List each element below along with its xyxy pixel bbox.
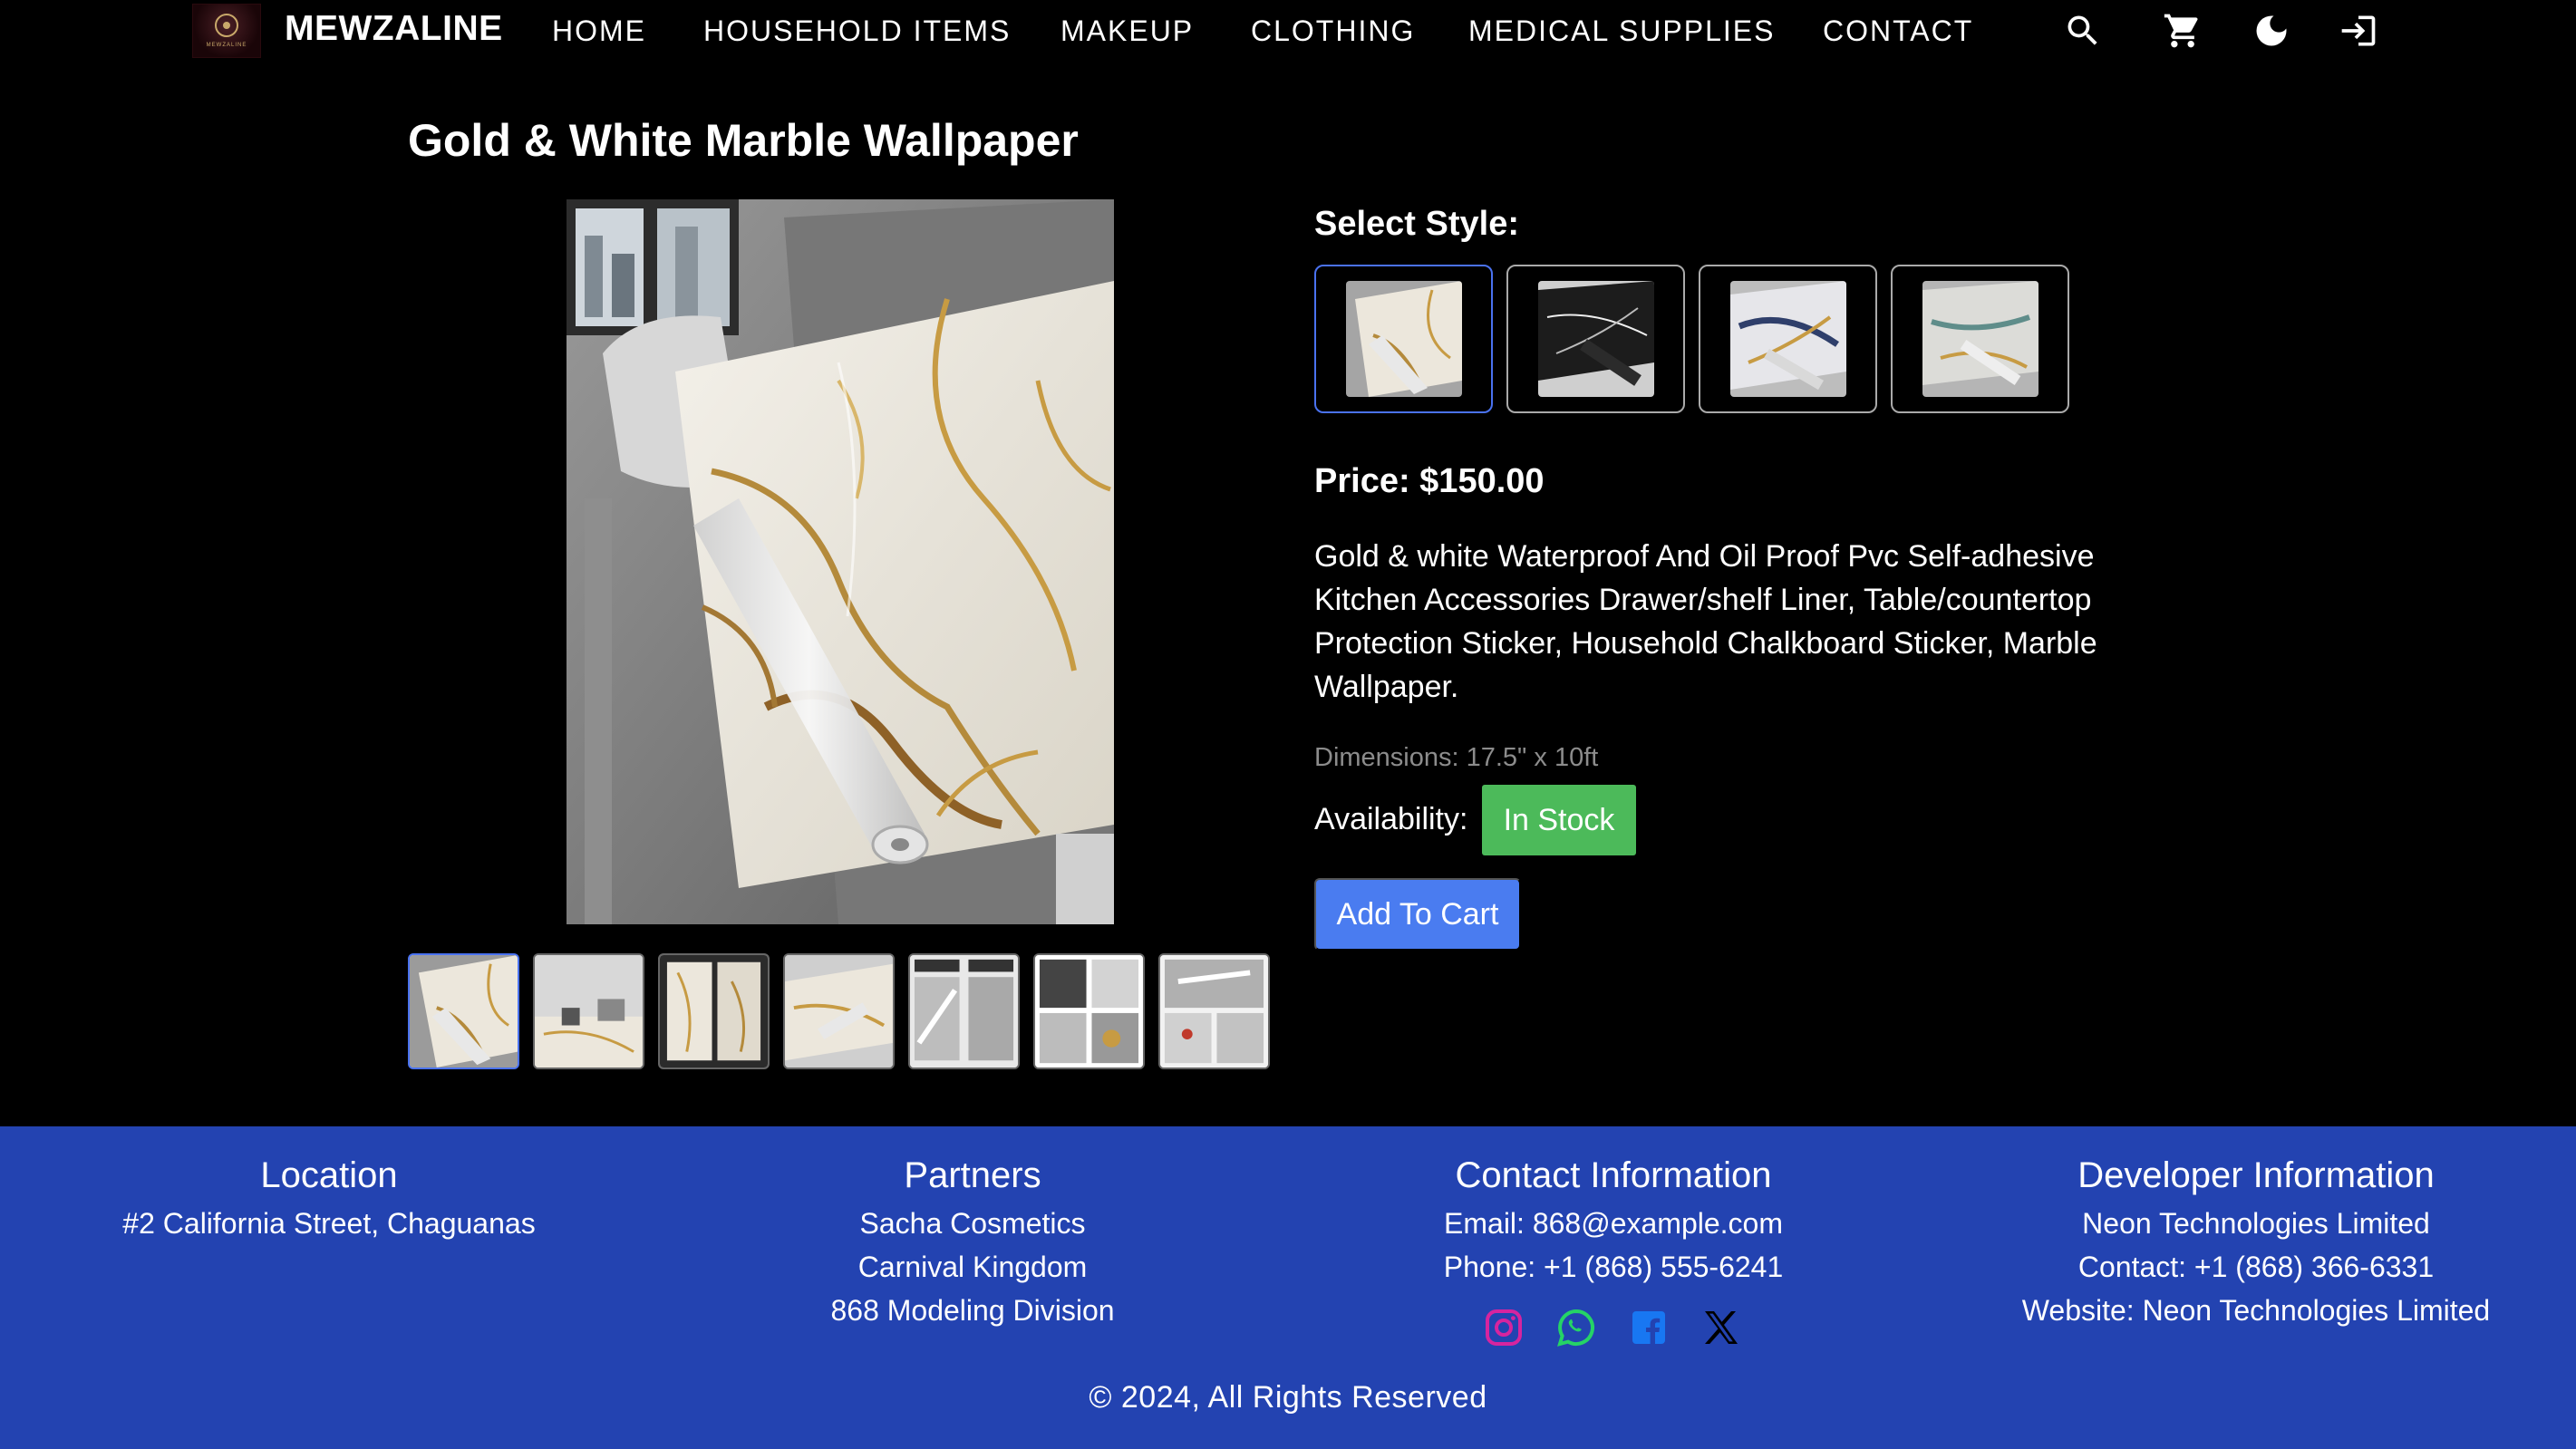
footer-contact-heading: Contact Information bbox=[1455, 1155, 1772, 1195]
nav-link-contact[interactable]: CONTACT bbox=[1823, 14, 1973, 48]
thumbnail-2[interactable] bbox=[533, 953, 644, 1069]
style-option-blue-gold[interactable] bbox=[1699, 265, 1877, 413]
footer-partner-item: Carnival Kingdom bbox=[857, 1251, 1088, 1283]
footer-developer-name: Neon Technologies Limited bbox=[2082, 1207, 2430, 1240]
thumbnail-3[interactable] bbox=[658, 953, 770, 1069]
style-swatch bbox=[1537, 281, 1654, 397]
footer-developer-heading: Developer Information bbox=[2077, 1155, 2435, 1195]
style-option-black[interactable] bbox=[1506, 265, 1685, 413]
footer-phone: Phone: +1 (868) 555-6241 bbox=[1443, 1251, 1784, 1283]
style-option-gold-white[interactable] bbox=[1314, 265, 1493, 413]
footer-partners: Partners Sacha Cosmetics Carnival Kingdo… bbox=[651, 1126, 1294, 1332]
select-style-label: Select Style: bbox=[1314, 205, 1519, 243]
thumbnail-6[interactable] bbox=[1033, 953, 1145, 1069]
search-icon[interactable] bbox=[2063, 11, 2103, 51]
logo-text: MEWZALINE bbox=[206, 43, 247, 48]
thumbnail-1[interactable] bbox=[408, 953, 519, 1069]
thumbnail-5[interactable] bbox=[908, 953, 1020, 1069]
instagram-icon[interactable] bbox=[1482, 1306, 1525, 1349]
footer-address: #2 California Street, Chaguanas bbox=[122, 1207, 536, 1240]
footer-location: Location #2 California Street, Chaguanas bbox=[7, 1126, 651, 1245]
copyright-text: © 2024, All Rights Reserved bbox=[1089, 1380, 1487, 1415]
product-dimensions: Dimensions: 17.5" x 10ft bbox=[1314, 743, 1599, 772]
facebook-icon[interactable] bbox=[1627, 1306, 1671, 1349]
product-title: Gold & White Marble Wallpaper bbox=[408, 115, 1079, 166]
product-main-image[interactable] bbox=[567, 199, 1114, 924]
nav-link-makeup[interactable]: MAKEUP bbox=[1060, 14, 1194, 48]
footer-developer: Developer Information Neon Technologies … bbox=[1934, 1126, 2576, 1332]
footer-partner-item: Sacha Cosmetics bbox=[859, 1207, 1086, 1240]
product-description: Gold & white Waterproof And Oil Proof Pv… bbox=[1314, 539, 2097, 704]
availability-label: Availability: bbox=[1314, 802, 1468, 836]
add-to-cart-button[interactable]: Add To Cart bbox=[1314, 878, 1521, 951]
footer-location-heading: Location bbox=[260, 1155, 398, 1195]
style-option-grey-teal[interactable] bbox=[1891, 265, 2069, 413]
nav-link-home[interactable]: HOME bbox=[552, 14, 646, 48]
nav-link-medical-supplies[interactable]: MEDICAL SUPPLIES bbox=[1468, 14, 1775, 48]
brand-name[interactable]: MEWZALINE bbox=[285, 9, 503, 49]
thumbnail-7[interactable] bbox=[1158, 953, 1270, 1069]
style-swatch bbox=[1922, 281, 2039, 397]
whatsapp-icon[interactable] bbox=[1554, 1306, 1598, 1349]
thumbnail-4[interactable] bbox=[783, 953, 895, 1069]
nav-link-household-items[interactable]: HOUSEHOLD ITEMS bbox=[703, 14, 1011, 48]
login-icon[interactable] bbox=[2339, 11, 2378, 51]
style-swatch bbox=[1345, 281, 1462, 397]
in-stock-badge: In Stock bbox=[1482, 785, 1636, 855]
cart-icon[interactable] bbox=[2163, 11, 2203, 51]
footer-contact: Contact Information Email: 868@example.c… bbox=[1292, 1126, 1935, 1289]
nav-link-clothing[interactable]: CLOTHING bbox=[1251, 14, 1415, 48]
footer-partner-item: 868 Modeling Division bbox=[830, 1294, 1115, 1327]
x-icon[interactable] bbox=[1700, 1306, 1743, 1349]
footer-email: Email: 868@example.com bbox=[1444, 1207, 1783, 1240]
brand-logo[interactable]: MEWZALINE bbox=[192, 4, 261, 58]
footer-developer-contact: Contact: +1 (868) 366-6331 bbox=[2077, 1251, 2435, 1283]
footer-partners-heading: Partners bbox=[904, 1155, 1041, 1195]
thumbnail-strip bbox=[408, 953, 1273, 1069]
product-price: Price: $150.00 bbox=[1314, 462, 1545, 500]
dark-mode-icon[interactable] bbox=[2252, 11, 2291, 51]
top-navbar: MEWZALINE MEWZALINE HOME HOUSEHOLD ITEMS… bbox=[0, 0, 2576, 63]
footer-developer-website: Website: Neon Technologies Limited bbox=[2021, 1294, 2491, 1327]
style-swatch bbox=[1729, 281, 1846, 397]
social-links bbox=[1482, 1306, 1745, 1351]
logo-emblem bbox=[215, 14, 238, 37]
